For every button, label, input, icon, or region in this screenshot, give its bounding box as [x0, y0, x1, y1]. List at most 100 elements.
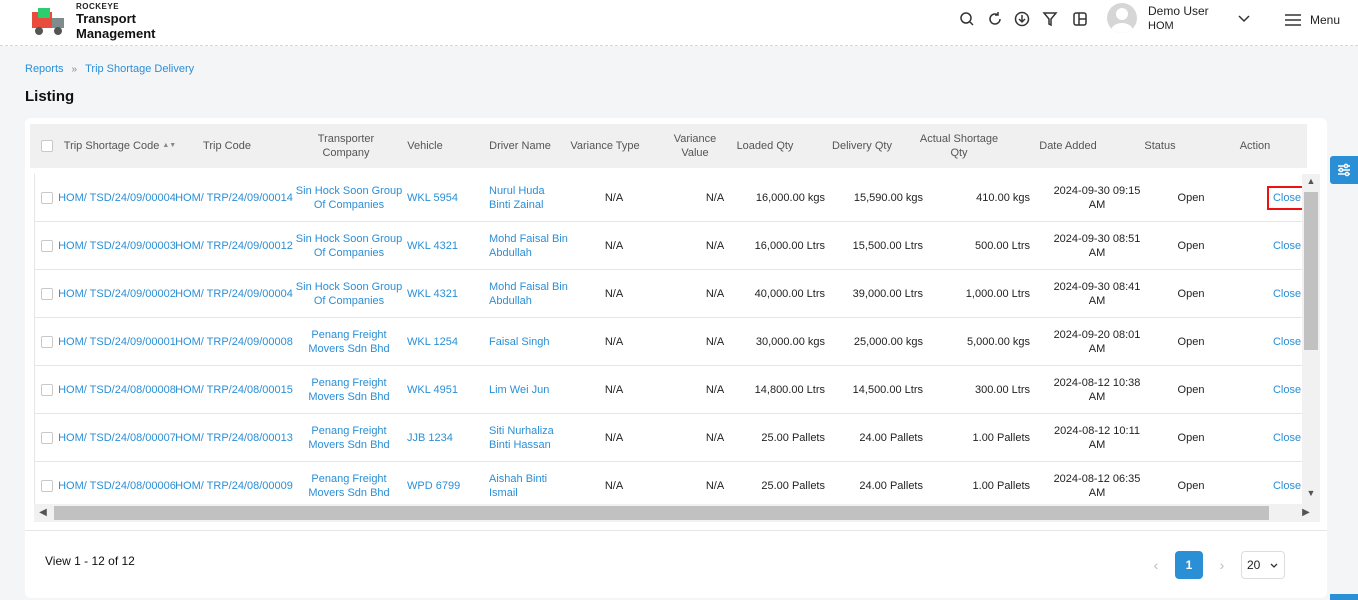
- cell-trip-shortage-code[interactable]: HOM/ TSD/24/08/00007: [57, 414, 177, 462]
- chevron-down-icon[interactable]: [1236, 10, 1252, 26]
- cell-variance-type: N/A: [604, 192, 624, 204]
- filter-settings-button[interactable]: [1330, 156, 1358, 184]
- table-row[interactable]: HOM/ TSD/24/08/00008 HOM/ TRP/24/08/00015…: [35, 366, 1303, 414]
- col-status[interactable]: Status: [1140, 124, 1180, 168]
- sort-icon[interactable]: ▲▼: [162, 139, 176, 153]
- cell-vehicle[interactable]: WKL 4321: [407, 270, 477, 318]
- cell-trip-code[interactable]: HOM/ TRP/24/09/00004: [175, 270, 293, 318]
- cell-date-added: 2024-08-12 10:38 AM: [1053, 377, 1141, 403]
- row-checkbox[interactable]: [41, 240, 53, 252]
- menu-button[interactable]: Menu: [1284, 10, 1340, 30]
- cell-driver-name[interactable]: Lim Wei Jun: [489, 366, 569, 414]
- col-date-added[interactable]: Date Added: [1033, 124, 1103, 168]
- side-panel-tab[interactable]: [1330, 594, 1358, 600]
- cell-driver-name[interactable]: Aishah Binti Ismail: [489, 462, 569, 504]
- col-action: Action: [1239, 140, 1271, 152]
- cell-trip-shortage-code[interactable]: HOM/ TSD/24/09/00002: [57, 270, 177, 318]
- cell-trip-shortage-code[interactable]: HOM/ TSD/24/08/00008: [57, 366, 177, 414]
- breadcrumb-reports[interactable]: Reports: [25, 63, 64, 75]
- col-delivery-qty[interactable]: Delivery Qty: [825, 124, 899, 168]
- vertical-scrollbar[interactable]: ▲ ▼: [1302, 174, 1320, 504]
- next-page-icon[interactable]: ›: [1211, 554, 1233, 576]
- cell-transporter-company[interactable]: Penang Freight Movers Sdn Bhd: [293, 414, 405, 462]
- cell-trip-code[interactable]: HOM/ TRP/24/08/00013: [175, 414, 293, 462]
- cell-trip-code[interactable]: HOM/ TRP/24/08/00015: [175, 366, 293, 414]
- cell-driver-name[interactable]: Siti Nurhaliza Binti Hassan: [489, 414, 569, 462]
- cell-transporter-company[interactable]: Penang Freight Movers Sdn Bhd: [293, 366, 405, 414]
- row-checkbox[interactable]: [41, 432, 53, 444]
- select-all-checkbox[interactable]: [41, 140, 53, 152]
- table-row[interactable]: HOM/ TSD/24/09/00001 HOM/ TRP/24/09/00008…: [35, 318, 1303, 366]
- cell-driver-name[interactable]: Faisal Singh: [489, 318, 569, 366]
- table-body[interactable]: HOM/ TSD/24/09/00004 HOM/ TRP/24/09/00014…: [34, 174, 1320, 504]
- prev-page-icon[interactable]: ‹: [1145, 554, 1167, 576]
- col-variance-type[interactable]: Variance Type: [565, 124, 645, 168]
- row-checkbox[interactable]: [41, 336, 53, 348]
- cell-trip-shortage-code[interactable]: HOM/ TSD/24/08/00006: [57, 462, 177, 504]
- cell-transporter-company[interactable]: Penang Freight Movers Sdn Bhd: [293, 462, 405, 504]
- col-trip-code[interactable]: Trip Code: [178, 124, 276, 168]
- col-loaded-qty[interactable]: Loaded Qty: [734, 124, 796, 168]
- col-transporter-company[interactable]: Transporter Company: [300, 124, 392, 168]
- cell-transporter-company[interactable]: Sin Hock Soon Group Of Companies: [293, 222, 405, 270]
- page-size-select[interactable]: 20: [1241, 551, 1285, 579]
- table-header: Trip Shortage Code ▲▼ Trip Code Transport…: [30, 124, 1307, 168]
- cell-vehicle[interactable]: WKL 5954: [407, 174, 477, 222]
- cell-vehicle[interactable]: WKL 4321: [407, 222, 477, 270]
- table-row[interactable]: HOM/ TSD/24/09/00002 HOM/ TRP/24/09/00004…: [35, 270, 1303, 318]
- table-row[interactable]: HOM/ TSD/24/09/00003 HOM/ TRP/24/09/00012…: [35, 222, 1303, 270]
- refresh-icon[interactable]: [986, 10, 1004, 28]
- cell-driver-name[interactable]: Nurul Huda Binti Zainal: [489, 174, 569, 222]
- cell-transporter-company[interactable]: Sin Hock Soon Group Of Companies: [293, 270, 405, 318]
- cell-loaded-qty: 30,000.00 kgs: [755, 336, 825, 348]
- filter-icon[interactable]: [1041, 10, 1059, 28]
- cell-transporter-company[interactable]: Penang Freight Movers Sdn Bhd: [293, 318, 405, 366]
- row-checkbox[interactable]: [41, 288, 53, 300]
- avatar[interactable]: [1107, 3, 1137, 33]
- page-number-button[interactable]: 1: [1175, 551, 1203, 579]
- cell-trip-code[interactable]: HOM/ TRP/24/09/00012: [175, 222, 293, 270]
- scroll-up-icon[interactable]: ▲: [1305, 176, 1317, 188]
- scroll-down-icon[interactable]: ▼: [1305, 488, 1317, 500]
- table-row[interactable]: HOM/ TSD/24/08/00006 HOM/ TRP/24/08/00009…: [35, 462, 1303, 504]
- cell-actual-shortage-qty: 5,000.00 kgs: [967, 336, 1030, 348]
- cell-trip-shortage-code[interactable]: HOM/ TSD/24/09/00003: [57, 222, 177, 270]
- cell-trip-code[interactable]: HOM/ TRP/24/08/00009: [175, 462, 293, 504]
- scroll-left-icon[interactable]: ◀: [37, 507, 49, 519]
- cell-driver-name[interactable]: Mohd Faisal Bin Abdullah: [489, 270, 569, 318]
- cell-vehicle[interactable]: WKL 4951: [407, 366, 477, 414]
- col-driver-name[interactable]: Driver Name: [485, 124, 555, 168]
- cell-driver-name[interactable]: Mohd Faisal Bin Abdullah: [489, 222, 569, 270]
- col-trip-shortage-code[interactable]: Trip Shortage Code ▲▼: [60, 124, 180, 168]
- horizontal-scroll-thumb[interactable]: [54, 506, 1269, 520]
- menu-label: Menu: [1310, 13, 1341, 27]
- breadcrumb-trip-shortage-delivery[interactable]: Trip Shortage Delivery: [85, 63, 194, 75]
- row-checkbox-cell: [35, 414, 59, 462]
- row-checkbox[interactable]: [41, 192, 53, 204]
- horizontal-scrollbar[interactable]: ◀ ▶: [34, 504, 1320, 522]
- cell-trip-shortage-code[interactable]: HOM/ TSD/24/09/00004: [57, 174, 177, 222]
- row-checkbox[interactable]: [41, 480, 53, 492]
- cell-vehicle[interactable]: WKL 1254: [407, 318, 477, 366]
- chevron-down-icon: [1270, 563, 1278, 568]
- cell-trip-shortage-code[interactable]: HOM/ TSD/24/09/00001: [57, 318, 177, 366]
- truck-logo-icon: [32, 8, 64, 35]
- col-vehicle[interactable]: Vehicle: [400, 124, 450, 168]
- table-row[interactable]: HOM/ TSD/24/08/00007 HOM/ TRP/24/08/00013…: [35, 414, 1303, 462]
- search-icon[interactable]: [958, 10, 976, 28]
- col-variance-value[interactable]: Variance Value: [665, 124, 725, 168]
- cell-transporter-company[interactable]: Sin Hock Soon Group Of Companies: [293, 174, 405, 222]
- cell-status: Open: [1177, 480, 1205, 492]
- cell-vehicle[interactable]: WPD 6799: [407, 462, 477, 504]
- row-checkbox[interactable]: [41, 384, 53, 396]
- col-actual-shortage-qty[interactable]: Actual Shortage Qty: [915, 124, 1003, 168]
- table-row[interactable]: HOM/ TSD/24/09/00004 HOM/ TRP/24/09/00014…: [35, 174, 1308, 222]
- cell-vehicle[interactable]: JJB 1234: [407, 414, 477, 462]
- download-icon[interactable]: [1013, 10, 1031, 28]
- scroll-right-icon[interactable]: ▶: [1300, 507, 1312, 519]
- vertical-scroll-thumb[interactable]: [1304, 192, 1318, 350]
- columns-icon[interactable]: [1071, 10, 1089, 28]
- app-logo[interactable]: ROCKEYE Transport Management: [30, 2, 170, 42]
- cell-trip-code[interactable]: HOM/ TRP/24/09/00008: [175, 318, 293, 366]
- cell-trip-code[interactable]: HOM/ TRP/24/09/00014: [175, 174, 293, 222]
